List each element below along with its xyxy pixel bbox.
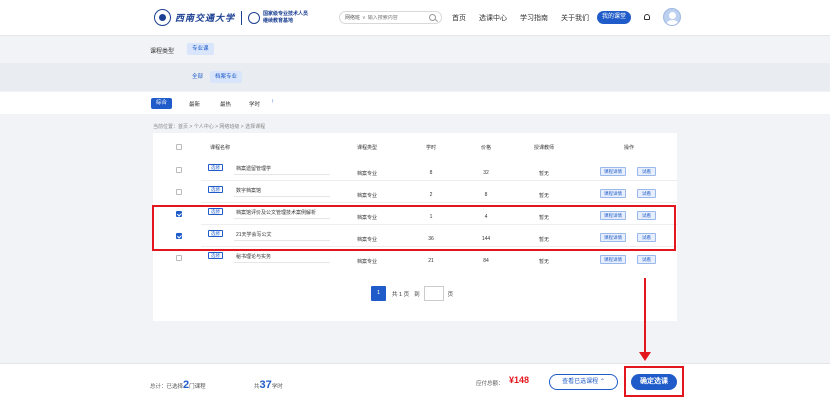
my-courses-button[interactable]: 我的课堂	[597, 11, 632, 24]
sort-hottest[interactable]: 最热	[220, 100, 231, 108]
course-teacher: 暂无	[538, 171, 550, 177]
view-selected-courses-button[interactable]: 查看已选课程 ⌃	[549, 374, 618, 390]
table-row[interactable]: 选修 档案遗留管理学 档案专业 8 32 暂无 课程详情 试看	[153, 159, 677, 181]
logo-sub-line-2: 继续教育基地	[263, 17, 294, 24]
col-actions: 操作	[623, 145, 635, 151]
page-goto-input[interactable]	[423, 286, 444, 301]
page-number-current[interactable]: 1	[371, 286, 386, 301]
elective-tag: 选修	[208, 252, 223, 259]
sort-arrow-up-icon[interactable]: ↑	[271, 99, 274, 105]
table-header: 课程名称 课程类型 学时 价格 授课教师 操作	[153, 133, 677, 159]
divider	[234, 262, 330, 263]
search-box: 网络班 ∨	[339, 11, 442, 24]
avatar[interactable]	[663, 8, 681, 26]
nav-home[interactable]: 首页	[452, 13, 466, 23]
course-price: 8	[484, 192, 488, 198]
confirm-course-selection-button[interactable]: 确定选课	[631, 374, 677, 390]
logo-university-name: 西南交通大学	[175, 14, 236, 24]
course-hours: 21	[428, 258, 434, 264]
annotation-arrow-line	[644, 278, 646, 354]
search-icon[interactable]	[429, 14, 436, 21]
col-hours: 学时	[425, 145, 437, 151]
course-price: 32	[483, 170, 489, 176]
course-type-label: 课程类型	[150, 49, 175, 55]
sort-hours[interactable]: 学时	[249, 100, 260, 108]
page-total: 共 1 页	[392, 291, 410, 298]
course-hours: 2	[429, 192, 433, 198]
course-price: 84	[483, 258, 489, 264]
amount-label: 应付总额：	[476, 381, 504, 387]
chevron-down-icon[interactable]: ∨	[362, 15, 366, 21]
divider	[234, 196, 330, 197]
search-input[interactable]	[367, 14, 426, 21]
selected-label: 总计：已选择	[150, 384, 184, 390]
total-amount: ¥148	[509, 375, 530, 385]
base-seal-icon	[248, 11, 261, 24]
view-selected-label: 查看已选课程	[562, 379, 599, 385]
site-logo[interactable]: 西南交通大学 国家级专业技术人员 继续教育基地	[154, 9, 308, 26]
selected-summary: 总计：已选择2门课程	[150, 379, 206, 391]
divider	[234, 174, 330, 175]
elective-tag: 选修	[208, 186, 223, 193]
course-hours: 8	[429, 170, 433, 176]
select-all-checkbox[interactable]	[176, 144, 182, 150]
page-unit-label: 页	[447, 291, 454, 298]
course-unit: 门课程	[189, 384, 206, 390]
course-type-filter: 课程类型 专业课	[0, 37, 830, 62]
nav-study-guide[interactable]: 学习指南	[520, 13, 548, 23]
row-checkbox[interactable]	[176, 255, 182, 261]
course-type: 档案专业	[356, 171, 378, 177]
logo-sub-line-1: 国家级专业技术人员	[263, 10, 309, 17]
elective-tag: 选修	[208, 164, 223, 171]
checkout-bar: 总计：已选择2门课程 共37学时 应付总额： ¥148 查看已选课程 ⌃ 确定选…	[0, 363, 830, 397]
nav-about-us[interactable]: 关于我们	[561, 13, 589, 23]
major-option-archives[interactable]: 档案专业	[210, 71, 243, 83]
logo-divider	[241, 10, 243, 25]
course-type-option-major[interactable]: 专业课	[187, 43, 214, 55]
course-name[interactable]: 数字档案馆	[236, 187, 261, 194]
table-row[interactable]: 选修 数字档案馆 档案专业 2 8 暂无 课程详情 试看	[153, 181, 677, 203]
preview-button[interactable]: 试看	[637, 167, 656, 176]
nav-course-center[interactable]: 选课中心	[479, 13, 507, 23]
sort-comprehensive[interactable]: 综合	[151, 98, 173, 109]
course-type: 档案专业	[356, 259, 378, 265]
search-scope-select[interactable]: 网络班	[345, 14, 360, 21]
site-header: 西南交通大学 国家级专业技术人员 继续教育基地 网络班 ∨ 首页 选课中心 学习…	[0, 0, 830, 36]
hours-unit: 学时	[271, 384, 283, 390]
course-detail-button[interactable]: 课程详情	[600, 189, 626, 198]
confirm-button-highlight: 确定选课	[624, 366, 684, 397]
hours-summary: 共37学时	[254, 379, 283, 391]
total-hours: 37	[259, 379, 272, 391]
page-goto-label: 到	[414, 291, 420, 298]
row-checkbox[interactable]	[176, 167, 182, 173]
col-course-type: 课程类型	[356, 145, 378, 151]
chevron-up-icon: ⌃	[599, 379, 605, 385]
col-course-name: 课程名称	[209, 145, 231, 151]
major-option-all[interactable]: 全部	[187, 71, 208, 83]
breadcrumb: 当前位置：首页 > 个人中心 > 网络班级 > 选择课程	[153, 124, 266, 130]
course-teacher: 暂无	[538, 259, 550, 265]
course-name[interactable]: 档案遗留管理学	[236, 165, 271, 172]
selected-rows-highlight	[152, 205, 676, 251]
bell-icon[interactable]	[644, 14, 650, 20]
col-teacher: 授课教师	[533, 145, 555, 151]
course-type: 档案专业	[356, 193, 378, 199]
sort-bar: 综合 最新 最热 学时 ↑	[0, 92, 830, 114]
col-price: 价格	[480, 145, 492, 151]
preview-button[interactable]: 试看	[637, 255, 656, 264]
arrow-down-icon	[639, 352, 651, 361]
logo-base-name: 国家级专业技术人员 继续教育基地	[263, 11, 308, 25]
course-teacher: 暂无	[538, 193, 550, 199]
course-detail-button[interactable]: 课程详情	[600, 255, 626, 264]
pagination: 1 共 1 页 到 页	[371, 286, 453, 301]
preview-button[interactable]: 试看	[637, 189, 656, 198]
major-filter: 全部 档案专业	[0, 63, 830, 91]
sort-newest[interactable]: 最新	[189, 100, 200, 108]
course-name[interactable]: 秘书理论与实务	[236, 253, 271, 260]
row-checkbox[interactable]	[176, 189, 182, 195]
university-seal-icon	[154, 9, 171, 26]
course-detail-button[interactable]: 课程详情	[600, 167, 626, 176]
